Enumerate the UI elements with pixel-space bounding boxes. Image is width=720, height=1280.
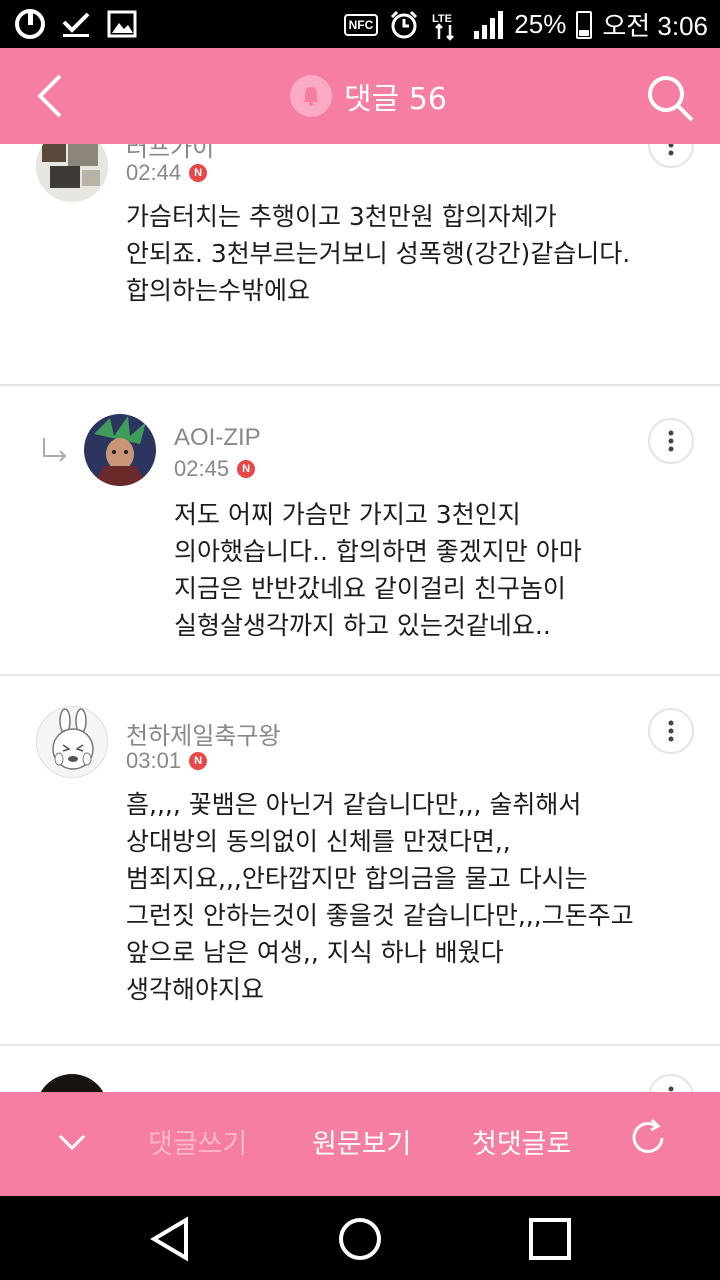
comment-author[interactable]: 오빠니쫌안돼 <box>126 1084 258 1092</box>
comment-time: 02:44 N <box>126 160 208 186</box>
comment-line: 앞으로 남은 여생,, 지식 하나 배웠다 <box>126 938 504 967</box>
chevron-down-icon[interactable] <box>56 1126 88 1158</box>
more-options-button[interactable] <box>648 144 694 168</box>
comment-line: 지금은 반반갔네요 같이걸리 친구놈이 <box>174 574 566 603</box>
page-title: 댓글 56 <box>344 82 447 117</box>
new-badge: N <box>189 752 208 770</box>
title-area: 댓글 56 <box>290 74 447 118</box>
comment-author[interactable]: AOI-ZIP <box>174 424 261 452</box>
view-original-button[interactable]: 원문보기 <box>312 1122 411 1161</box>
comment-line: 생각해야지요 <box>126 975 265 1004</box>
new-badge: N <box>237 460 256 478</box>
check-icon <box>62 12 90 37</box>
avatar[interactable] <box>36 706 108 778</box>
clock: 오전 3:06 <box>602 11 708 41</box>
app-bar: 댓글 56 <box>0 48 720 144</box>
svg-text:LTE: LTE <box>432 13 452 25</box>
comment-item-reply: AOI-ZIP 02:45 N 저도 어찌 가슴만 가지고 3천인지 의아했습니… <box>0 386 720 676</box>
more-vertical-icon <box>668 144 674 156</box>
back-triangle-icon[interactable] <box>146 1214 196 1264</box>
avatar[interactable] <box>84 414 156 486</box>
image-icon <box>107 10 137 38</box>
alarm-icon <box>391 10 418 38</box>
comment-text: 가슴터치는 추행이고 3천만원 합의자체가 안되죠. 3천부르는거보니 성폭행(… <box>126 198 630 309</box>
reply-arrow-icon <box>43 438 67 462</box>
avatar[interactable] <box>36 144 108 202</box>
comment-line: 의아했습니다.. 합의하면 좋겠지만 아마 <box>174 537 582 566</box>
comment-time: 02:45 N <box>174 456 256 482</box>
comment-item: 러프가이 02:44 N 가슴터치는 추행이고 3천만원 합의자체가 안되죠. … <box>0 144 720 386</box>
comment-timestamp: 03:01 <box>126 748 182 773</box>
lte-icon: LTE <box>432 13 455 41</box>
more-options-button[interactable] <box>648 708 694 754</box>
search-icon[interactable] <box>644 72 696 124</box>
signal-icon <box>474 10 504 39</box>
first-comment-button[interactable]: 첫댓글로 <box>472 1122 571 1161</box>
more-options-button[interactable] <box>648 418 694 464</box>
avatar[interactable] <box>36 1074 108 1092</box>
home-circle-icon[interactable] <box>335 1214 385 1264</box>
comment-line: 범죄지요,,,안타깝지만 합의금을 물고 다시는 <box>126 864 588 893</box>
comment-list[interactable]: 러프가이 02:44 N 가슴터치는 추행이고 3천만원 합의자체가 안되죠. … <box>0 144 720 1092</box>
comment-line: 저도 어찌 가슴만 가지고 3천인지 <box>174 500 521 529</box>
nfc-icon: NFC <box>343 13 379 36</box>
comment-text: 저도 어찌 가슴만 가지고 3천인지 의아했습니다.. 합의하면 좋겠지만 아마… <box>174 496 582 644</box>
refresh-icon[interactable] <box>626 1116 670 1160</box>
more-vertical-icon <box>668 720 674 742</box>
recent-apps-icon[interactable] <box>525 1214 575 1264</box>
more-vertical-icon <box>668 430 674 452</box>
comment-item: 천하제일축구왕 03:01 N 흠,,,, 꽃뱀은 아닌거 같습니다만,,, 술… <box>0 676 720 1046</box>
comment-text: 흠,,,, 꽃뱀은 아닌거 같습니다만,,, 술취해서 상대방의 동의없이 신체… <box>126 786 634 1008</box>
u-plus-icon <box>15 9 45 39</box>
comment-line: 실형살생각까지 하고 있는것같네요.. <box>174 611 551 640</box>
comment-item: 오빠니쫌안돼 <box>0 1046 720 1092</box>
back-arrow-icon[interactable] <box>28 68 84 124</box>
comment-line: 합의하는수밖에요 <box>126 276 311 305</box>
comment-timestamp: 02:44 <box>126 160 182 185</box>
comment-author[interactable]: 천하제일축구왕 <box>126 716 281 751</box>
status-bar: NFC LTE 25% 오전 3:06 <box>0 0 720 48</box>
comment-timestamp: 02:45 <box>174 456 230 481</box>
comment-line: 상대방의 동의없이 신체를 만졌다면,, <box>126 827 511 856</box>
battery-icon <box>576 10 593 39</box>
comment-line: 가슴터치는 추행이고 3천만원 합의자체가 <box>126 202 557 231</box>
comment-line: 그런짓 안하는것이 좋을것 같습니다만,,,그돈주고 <box>126 901 634 930</box>
comment-time: 03:01 N <box>126 748 208 774</box>
write-comment-button[interactable]: 댓글쓰기 <box>148 1122 247 1161</box>
more-options-button[interactable] <box>648 1074 694 1092</box>
comment-line: 흠,,,, 꽃뱀은 아닌거 같습니다만,,, 술취해서 <box>126 790 582 819</box>
new-badge: N <box>189 164 208 182</box>
system-nav-bar <box>0 1196 720 1280</box>
comment-line: 안되죠. 3천부르는거보니 성폭행(강간)같습니다. <box>126 239 631 268</box>
battery-percent: 25% <box>514 9 567 39</box>
bottom-action-bar: 댓글쓰기 원문보기 첫댓글로 <box>0 1092 720 1196</box>
bell-icon[interactable] <box>290 75 332 117</box>
